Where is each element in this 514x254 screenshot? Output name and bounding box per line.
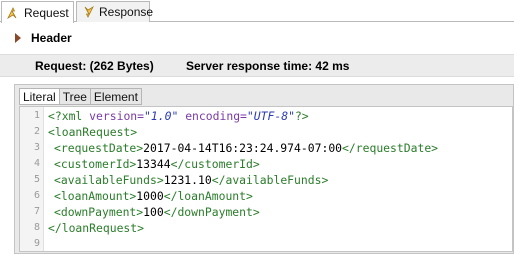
chevron-right-icon[interactable] bbox=[14, 32, 22, 43]
xml-attr-value: "1.0" bbox=[144, 109, 179, 123]
response-time-label: Server response time: 42 ms bbox=[186, 59, 350, 73]
xml-declaration-close: ?> bbox=[294, 109, 309, 123]
view-tabs: Literal Tree Element bbox=[19, 88, 142, 105]
tab-response-label: Response bbox=[99, 5, 154, 19]
xml-declaration-open: <?xml bbox=[48, 109, 90, 123]
xml-attr-name: encoding= bbox=[185, 109, 247, 123]
code-line: <requestDate>2017-04-14T16:23:24.974-07:… bbox=[54, 141, 438, 155]
tab-request-label: Request bbox=[24, 5, 69, 20]
line-number: 2 bbox=[33, 126, 40, 137]
xml-attr-name: version= bbox=[89, 109, 145, 123]
xml-open-tag: <availableFunds> bbox=[54, 173, 164, 187]
info-bar: Request: (262 Bytes) Server response tim… bbox=[0, 54, 514, 77]
xml-open-tag: <customerId> bbox=[54, 157, 137, 171]
code-editor[interactable]: 1 2 3 4 5 6 7 8 9 <?xml version="1.0" en… bbox=[19, 106, 513, 252]
xml-text: 1231.10 bbox=[163, 173, 212, 187]
xml-close-tag: </downPayment> bbox=[163, 205, 260, 219]
line-number: 6 bbox=[33, 190, 40, 201]
code-line: <?xml version="1.0" encoding="UTF-8"?> bbox=[48, 109, 309, 123]
line-number: 4 bbox=[33, 158, 40, 169]
code-line: <loanAmount>1000</loanAmount> bbox=[54, 189, 253, 203]
xml-text: 2017-04-14T16:23:24.974-07:00 bbox=[143, 141, 343, 155]
code-line: <availableFunds>1231.10</availableFunds> bbox=[54, 173, 328, 187]
xml-close-tag: </availableFunds> bbox=[211, 173, 329, 187]
xml-text: 13344 bbox=[136, 157, 171, 171]
xml-close-tag: </customerId> bbox=[170, 157, 260, 171]
xml-attr-value: "UTF-8" bbox=[246, 109, 295, 123]
xml-text: 1000 bbox=[136, 189, 164, 203]
request-size-label: Request: (262 Bytes) bbox=[35, 59, 154, 73]
xml-open-tag: <loanAmount> bbox=[54, 189, 137, 203]
xml-tag: <loanRequest> bbox=[48, 125, 138, 139]
tab-request[interactable]: Request bbox=[1, 1, 74, 23]
tab-literal[interactable]: Literal bbox=[19, 88, 59, 105]
code-line: <downPayment>100</downPayment> bbox=[54, 205, 260, 219]
xml-open-tag: <requestDate> bbox=[54, 141, 144, 155]
header-section: Header bbox=[0, 23, 514, 54]
line-number: 9 bbox=[33, 238, 40, 249]
header-title[interactable]: Header bbox=[31, 31, 72, 45]
line-number: 5 bbox=[33, 174, 40, 185]
xml-tag: </loanRequest> bbox=[48, 221, 145, 235]
line-number: 7 bbox=[33, 206, 40, 217]
code-line: </loanRequest> bbox=[48, 221, 144, 235]
tab-tree[interactable]: Tree bbox=[58, 88, 90, 105]
code-line: <customerId>13344</customerId> bbox=[54, 157, 260, 171]
xml-close-tag: </requestDate> bbox=[342, 141, 439, 155]
request-arrow-icon bbox=[5, 5, 21, 21]
code-line: <loanRequest> bbox=[48, 125, 137, 139]
line-number: 8 bbox=[33, 222, 40, 233]
content-panel: Literal Tree Element 1 2 3 4 5 6 7 8 9 <… bbox=[14, 84, 514, 254]
top-tab-bar: Request Response bbox=[0, 0, 514, 23]
tab-element[interactable]: Element bbox=[89, 88, 142, 105]
line-number-gutter: 1 2 3 4 5 6 7 8 9 bbox=[20, 107, 44, 251]
line-number: 1 bbox=[33, 110, 40, 121]
response-arrow-icon bbox=[80, 4, 96, 20]
xml-text: 100 bbox=[143, 205, 164, 219]
tab-response[interactable]: Response bbox=[76, 1, 154, 22]
xml-open-tag: <downPayment> bbox=[54, 205, 144, 219]
line-number: 3 bbox=[33, 142, 40, 153]
xml-close-tag: </loanAmount> bbox=[163, 189, 253, 203]
